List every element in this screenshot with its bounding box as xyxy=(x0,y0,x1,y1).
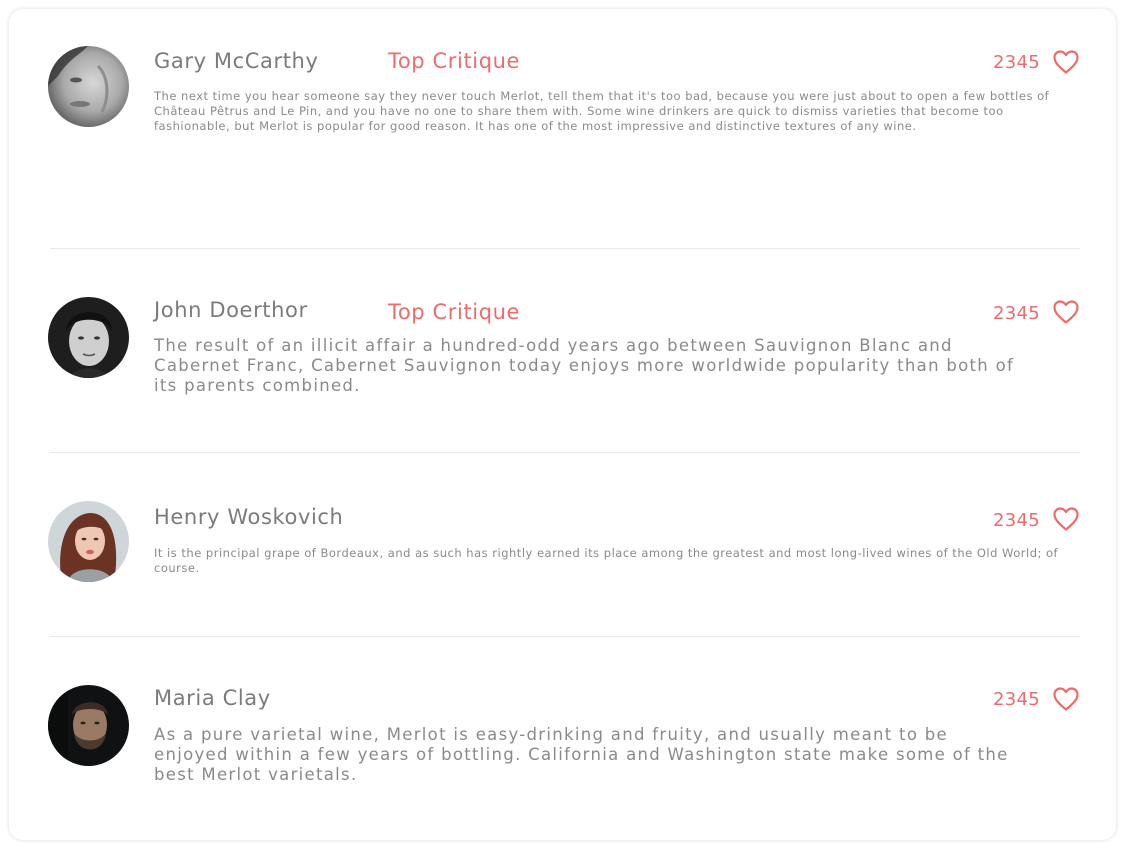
avatar[interactable] xyxy=(48,46,129,127)
reviewer-name[interactable]: John Doerthor xyxy=(154,298,308,322)
heart-outline-icon[interactable] xyxy=(1052,299,1080,325)
like-count: 2345 xyxy=(992,510,1040,531)
avatar[interactable] xyxy=(48,685,129,766)
reviewer-name[interactable]: Gary McCarthy xyxy=(154,49,318,73)
like-count: 2345 xyxy=(992,52,1040,73)
review-text: The next time you hear someone say they … xyxy=(154,89,1050,133)
reviewer-name[interactable]: Henry Woskovich xyxy=(154,505,343,529)
reviewer-name[interactable]: Maria Clay xyxy=(154,686,271,710)
heart-outline-icon[interactable] xyxy=(1052,686,1080,712)
like-count: 2345 xyxy=(992,303,1040,324)
avatar[interactable] xyxy=(48,501,129,582)
review-text: It is the principal grape of Bordeaux, a… xyxy=(154,546,1059,575)
like-count: 2345 xyxy=(992,689,1040,710)
review-text: As a pure varietal wine, Merlot is easy-… xyxy=(154,725,1009,784)
heart-outline-icon[interactable] xyxy=(1052,506,1080,532)
review-text: The result of an illicit affair a hundre… xyxy=(154,336,1015,395)
heart-outline-icon[interactable] xyxy=(1052,49,1080,75)
top-critique-badge: Top Critique xyxy=(388,300,521,324)
top-critique-badge: Top Critique xyxy=(388,49,521,73)
avatar[interactable] xyxy=(48,297,129,378)
reviews-card: Gary McCarthy Top Critique 2345 The next… xyxy=(9,9,1116,840)
divider xyxy=(50,248,1080,249)
divider xyxy=(50,452,1080,453)
divider xyxy=(50,636,1080,637)
